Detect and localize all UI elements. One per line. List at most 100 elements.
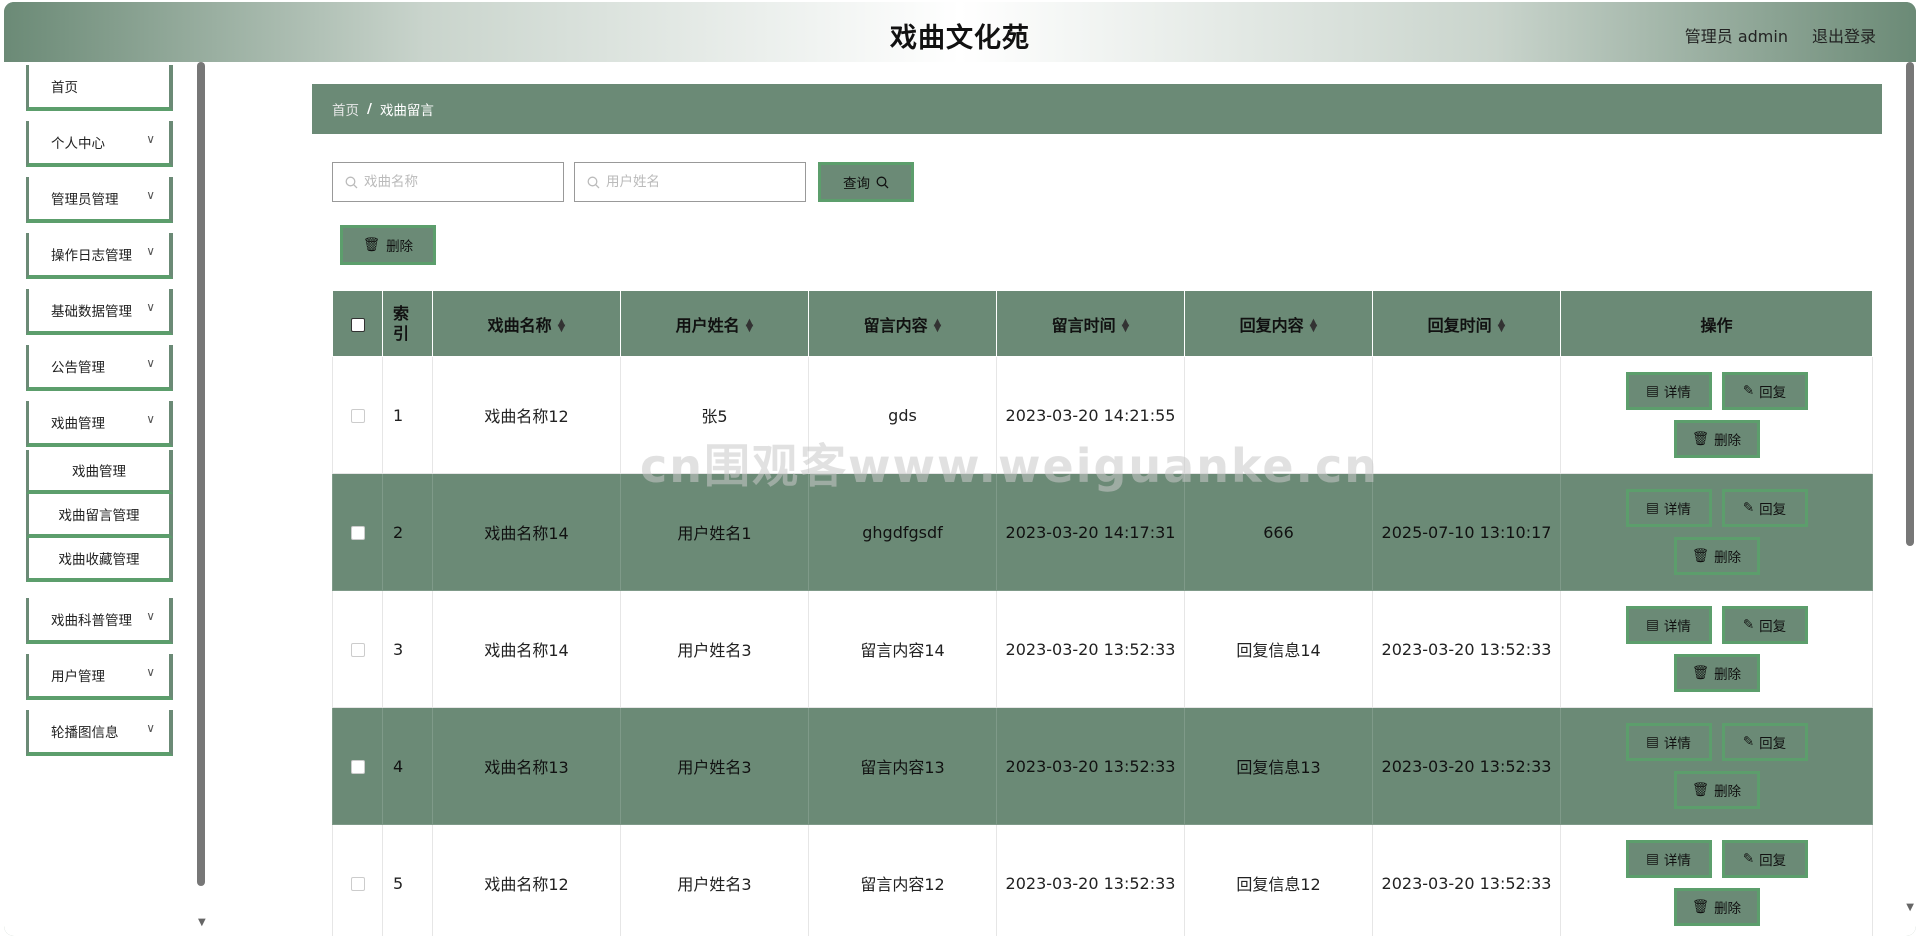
cell-actions: ▤ 详情 ✎ 回复 🗑 删除 [1560, 824, 1873, 936]
current-user-label: 管理员 admin [1684, 27, 1788, 46]
user-name-search[interactable] [574, 162, 806, 202]
top-header: 戏曲文化苑 管理员 admin 退出登录 [4, 2, 1916, 62]
sort-icon[interactable]: ▲ ▼ [746, 318, 754, 334]
cell-opera: 戏曲名称14 [432, 473, 621, 591]
column-header-label: 留言时间 [1051, 315, 1116, 335]
row-select-cell[interactable] [332, 824, 383, 936]
sort-icon[interactable]: ▲ ▼ [558, 318, 566, 334]
opera-name-input[interactable] [364, 174, 554, 190]
sort-icon[interactable]: ▲ ▼ [1122, 318, 1130, 334]
detail-button[interactable]: ▤ 详情 [1625, 840, 1712, 878]
sidebar-item-announcement[interactable]: 公告管理 ∨ [26, 345, 173, 391]
row-select-cell[interactable] [332, 356, 383, 474]
column-header-time[interactable]: 留言时间 ▲ ▼ [996, 290, 1185, 357]
reply-button[interactable]: ✎ 回复 [1721, 372, 1808, 410]
delete-button[interactable]: 🗑 删除 [1673, 537, 1760, 575]
row-select-cell[interactable] [332, 590, 383, 708]
sidebar-item-label: 首页 [51, 80, 78, 96]
detail-button[interactable]: ▤ 详情 [1625, 372, 1712, 410]
cell-actions: ▤ 详情 ✎ 回复 🗑 删除 [1560, 707, 1873, 825]
row-checkbox[interactable] [350, 760, 365, 774]
column-header-index: 索 引 [382, 290, 433, 357]
breadcrumb: 首页 / 戏曲留言 [312, 84, 1882, 134]
scroll-down-arrow-icon[interactable]: ▼ [198, 917, 206, 928]
breadcrumb-separator: / [367, 101, 372, 117]
document-icon: ▤ [1646, 500, 1659, 516]
main-scrollbar[interactable] [1906, 62, 1914, 546]
column-header-opera[interactable]: 戏曲名称 ▲ ▼ [432, 290, 621, 357]
sidebar-item-admin-management[interactable]: 管理员管理 ∨ [26, 177, 173, 223]
column-header-content[interactable]: 留言内容 ▲ ▼ [808, 290, 997, 357]
sidebar-item-user-management[interactable]: 用户管理 ∨ [26, 654, 173, 700]
reply-button[interactable]: ✎ 回复 [1721, 723, 1808, 761]
document-icon: ▤ [1646, 734, 1659, 750]
sort-icon[interactable]: ▲ ▼ [1310, 318, 1318, 334]
breadcrumb-home[interactable]: 首页 [332, 99, 359, 119]
sidebar-item-opera-science[interactable]: 戏曲科普管理 ∨ [26, 598, 173, 644]
select-all-cell[interactable] [332, 290, 383, 357]
select-all-checkbox[interactable] [350, 317, 365, 332]
delete-button-label: 删除 [1714, 667, 1742, 683]
cell-user: 张5 [620, 356, 809, 474]
chevron-down-icon: ∨ [146, 132, 155, 146]
row-checkbox[interactable] [350, 526, 365, 540]
logout-link[interactable]: 退出登录 [1812, 23, 1876, 47]
column-header-reply-time[interactable]: 回复时间 ▲ ▼ [1372, 290, 1561, 357]
sidebar-item-home[interactable]: 首页 [26, 65, 173, 111]
table-row: 1 戏曲名称12 张5 gds 2023-03-20 14:21:55 ▤ 详情 ✎ 回复 🗑 删除 [332, 356, 1873, 474]
bulk-delete-button[interactable]: 🗑 删除 [340, 225, 436, 265]
reply-button[interactable]: ✎ 回复 [1721, 840, 1808, 878]
user-name-input[interactable] [606, 174, 796, 190]
sidebar-scrollbar[interactable] [197, 62, 205, 886]
column-header-label: 操作 [1700, 315, 1733, 335]
chevron-down-icon: ∨ [146, 188, 155, 202]
column-header-user[interactable]: 用户姓名 ▲ ▼ [620, 290, 809, 357]
delete-button[interactable]: 🗑 删除 [1673, 888, 1760, 926]
header-actions: 管理员 admin 退出登录 [1685, 23, 1876, 47]
submenu-item-opera-messages[interactable]: 戏曲留言管理 [26, 494, 173, 538]
delete-button[interactable]: 🗑 删除 [1673, 420, 1760, 458]
cell-index: 5 [382, 824, 433, 936]
scroll-down-arrow-icon[interactable]: ▼ [1906, 902, 1914, 913]
reply-button[interactable]: ✎ 回复 [1721, 606, 1808, 644]
cell-reply-time: 2023-03-20 13:52:33 [1372, 707, 1561, 825]
sort-icon[interactable]: ▲ ▼ [934, 318, 942, 334]
cell-content: ghgdfgsdf [808, 473, 997, 591]
cell-opera: 戏曲名称12 [432, 824, 621, 936]
sidebar-item-label: 基础数据管理 [51, 304, 132, 320]
reply-button-label: 回复 [1759, 385, 1787, 401]
delete-button[interactable]: 🗑 删除 [1673, 771, 1760, 809]
row-select-cell[interactable] [332, 707, 383, 825]
sidebar-item-label: 轮播图信息 [51, 725, 119, 741]
row-checkbox[interactable] [350, 877, 365, 891]
sidebar-item-operation-log[interactable]: 操作日志管理 ∨ [26, 233, 173, 279]
sidebar-item-basic-data[interactable]: 基础数据管理 ∨ [26, 289, 173, 335]
submenu-item-opera-favorites[interactable]: 戏曲收藏管理 [26, 538, 173, 582]
detail-button[interactable]: ▤ 详情 [1625, 723, 1712, 761]
reply-button[interactable]: ✎ 回复 [1721, 489, 1808, 527]
table-row: 2 戏曲名称14 用户姓名1 ghgdfgsdf 2023-03-20 14:17:31… [332, 473, 1873, 591]
column-header-label: 回复内容 [1239, 315, 1304, 335]
column-header-reply[interactable]: 回复内容 ▲ ▼ [1184, 290, 1373, 357]
opera-name-search[interactable] [332, 162, 564, 202]
query-button[interactable]: 查询 [818, 162, 914, 202]
sidebar-item-carousel[interactable]: 轮播图信息 ∨ [26, 710, 173, 756]
document-icon: ▤ [1646, 851, 1659, 867]
row-checkbox[interactable] [350, 409, 365, 423]
sidebar-item-personal-center[interactable]: 个人中心 ∨ [26, 121, 173, 167]
column-header-label: 戏曲名称 [487, 315, 552, 335]
delete-button[interactable]: 🗑 删除 [1673, 654, 1760, 692]
row-select-cell[interactable] [332, 473, 383, 591]
detail-button[interactable]: ▤ 详情 [1625, 489, 1712, 527]
submenu-item-opera[interactable]: 戏曲管理 [26, 450, 173, 494]
detail-button[interactable]: ▤ 详情 [1625, 606, 1712, 644]
table-row: 3 戏曲名称14 用户姓名3 留言内容14 2023-03-20 13:52:33 回复信… [332, 590, 1873, 708]
trash-icon: 🗑 [362, 237, 381, 253]
sidebar-item-opera-management[interactable]: 戏曲管理 ∨ [26, 401, 173, 447]
sort-icon[interactable]: ▲ ▼ [1498, 318, 1506, 334]
edit-icon: ✎ [1742, 734, 1755, 750]
table-row: 4 戏曲名称13 用户姓名3 留言内容13 2023-03-20 13:52:33 回复信… [332, 707, 1873, 825]
row-checkbox[interactable] [350, 643, 365, 657]
reply-button-label: 回复 [1759, 736, 1787, 752]
detail-button-label: 详情 [1663, 736, 1691, 752]
